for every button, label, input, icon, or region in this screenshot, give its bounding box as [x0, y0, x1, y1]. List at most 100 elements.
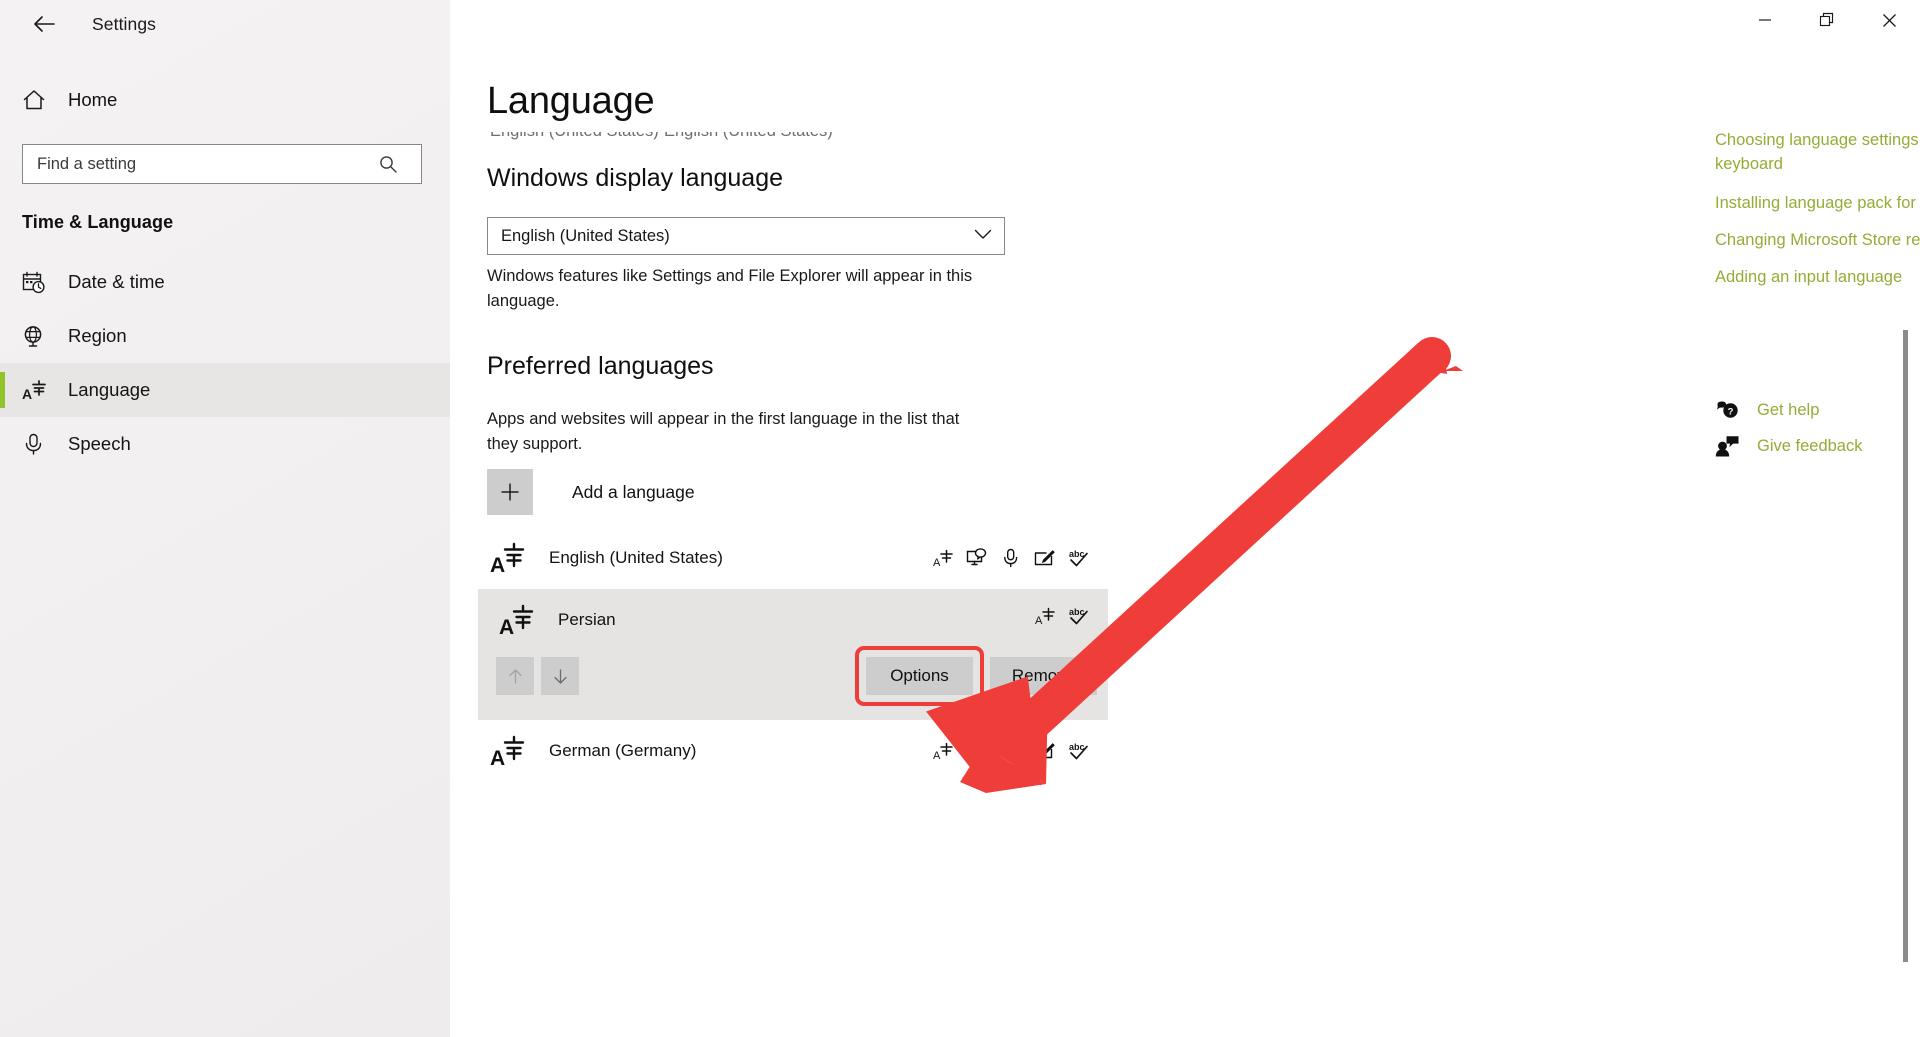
svg-text:A: A: [490, 747, 505, 769]
language-feature-icons: A abc: [1034, 605, 1090, 627]
options-button[interactable]: Options: [866, 657, 973, 695]
search-wrapper: [22, 144, 422, 184]
globe-icon: [22, 325, 52, 348]
give-feedback-link[interactable]: Give feedback: [1715, 428, 1862, 464]
back-arrow-icon: [34, 16, 55, 32]
svg-text:?: ?: [1728, 407, 1734, 418]
link-choosing-language-settings[interactable]: Choosing language settings for your keyb…: [1715, 128, 1920, 176]
sidebar-item-region[interactable]: Region: [0, 309, 450, 363]
language-icon: A: [22, 378, 52, 402]
sidebar-category-title: Time & Language: [22, 212, 174, 232]
svg-text:abc: abc: [1069, 549, 1085, 559]
calendar-clock-icon: [22, 271, 52, 294]
display-language-value: English (United States): [501, 226, 670, 245]
language-feature-icons: A abc: [932, 740, 1090, 762]
settings-window: Settings Home Time & Language: [0, 0, 1920, 1037]
language-feature-icons: A abc: [932, 547, 1090, 569]
sidebar-item-region-label: Region: [68, 325, 127, 346]
handwriting-icon[interactable]: [1034, 740, 1056, 762]
display-language-icon[interactable]: [966, 740, 988, 762]
sidebar-item-home[interactable]: Home: [0, 78, 450, 122]
chevron-down-icon: [974, 227, 992, 245]
preferred-languages-description: Apps and websites will appear in the fir…: [487, 410, 960, 453]
svg-text:abc: abc: [1069, 742, 1085, 752]
minimize-button[interactable]: [1734, 0, 1796, 40]
remove-button[interactable]: Remove: [990, 657, 1097, 695]
handwriting-icon[interactable]: [1034, 547, 1056, 569]
get-help-label: Get help: [1757, 400, 1820, 419]
move-up-button[interactable]: [496, 657, 534, 695]
display-language-heading: Windows display language: [487, 164, 784, 192]
svg-text:A: A: [933, 557, 941, 568]
restore-icon: [1819, 12, 1834, 27]
app-title: Settings: [92, 13, 157, 34]
language-pack-icon[interactable]: A: [932, 547, 954, 569]
add-language-button[interactable]: Add a language: [487, 469, 695, 515]
language-icon: A: [487, 733, 531, 769]
arrow-up-icon: [508, 668, 522, 684]
link-adding-input-language[interactable]: Adding an input language: [1715, 265, 1920, 289]
spellcheck-icon[interactable]: abc: [1068, 547, 1090, 569]
arrow-down-icon: [553, 668, 567, 684]
sidebar-nav-list: Date & time Region A Language Speech: [0, 255, 450, 471]
minimize-icon: [1759, 19, 1771, 21]
give-feedback-label: Give feedback: [1757, 436, 1863, 455]
language-row-english-label: English (United States): [549, 548, 723, 567]
language-pack-icon[interactable]: A: [932, 740, 954, 762]
maximize-button[interactable]: [1796, 0, 1858, 40]
svg-text:A: A: [22, 386, 32, 402]
sidebar: Settings Home Time & Language: [0, 0, 450, 1037]
language-row-persian-top: A Persian A abc: [487, 589, 1108, 651]
language-icon: A: [496, 602, 540, 638]
search-box[interactable]: [22, 144, 422, 184]
clipped-scrolled-row: English (United States) English (United …: [490, 132, 1050, 146]
sidebar-item-speech[interactable]: Speech: [0, 417, 450, 471]
svg-text:A: A: [1035, 615, 1043, 626]
help-icon: ?: [1715, 399, 1749, 421]
display-language-description: Windows features like Settings and File …: [487, 267, 973, 310]
microphone-icon: [22, 432, 52, 456]
settings-page: English (United States) English (United …: [450, 0, 1920, 1037]
spellcheck-icon[interactable]: abc: [1068, 605, 1090, 627]
sidebar-item-language[interactable]: A Language: [0, 363, 450, 417]
home-icon: [22, 89, 52, 111]
preferred-languages-heading: Preferred languages: [487, 352, 714, 380]
close-icon: [1882, 13, 1896, 27]
language-row-persian-actions: Options Remove: [487, 646, 1108, 706]
svg-text:A: A: [933, 750, 941, 761]
close-button[interactable]: [1858, 0, 1920, 40]
language-row-persian[interactable]: A Persian A abc Options Remove: [478, 589, 1108, 720]
window-controls: [1734, 0, 1920, 48]
language-icon: A: [487, 540, 531, 576]
speech-icon[interactable]: [1000, 740, 1022, 762]
language-row-english[interactable]: A English (United States) A abc: [478, 527, 1108, 589]
display-language-icon[interactable]: [966, 547, 988, 569]
add-language-label: Add a language: [572, 481, 695, 502]
display-language-dropdown[interactable]: English (United States): [487, 217, 1005, 255]
link-installing-language-pack[interactable]: Installing language pack for speech: [1715, 191, 1920, 215]
language-pack-icon[interactable]: A: [1034, 605, 1056, 627]
move-down-button[interactable]: [541, 657, 579, 695]
preferred-languages-list: A English (United States) A abc A Persia…: [478, 527, 1108, 782]
language-row-german[interactable]: A German (Germany) A abc: [478, 720, 1108, 782]
clipped-text-right: English (United States): [664, 132, 833, 141]
get-help-link[interactable]: ? Get help: [1715, 392, 1862, 428]
language-row-persian-buttons: Options Remove: [855, 646, 1097, 706]
link-changing-store-region[interactable]: Changing Microsoft Store region: [1715, 228, 1920, 252]
window-titlebar-left: Settings: [0, 0, 450, 48]
search-icon[interactable]: [368, 154, 408, 174]
sidebar-item-date-time[interactable]: Date & time: [0, 255, 450, 309]
sidebar-item-speech-label: Speech: [68, 433, 131, 454]
sidebar-item-language-label: Language: [68, 379, 151, 400]
search-input[interactable]: [23, 145, 368, 183]
plus-icon: [487, 469, 533, 515]
svg-text:abc: abc: [1069, 607, 1085, 617]
back-button[interactable]: [22, 6, 66, 42]
page-title: Language: [487, 80, 669, 123]
vertical-scrollbar[interactable]: [1903, 330, 1908, 962]
related-settings-links: Choosing language settings for your keyb…: [1715, 128, 1920, 302]
speech-icon[interactable]: [1000, 547, 1022, 569]
main-content: English (United States) English (United …: [450, 0, 1920, 1037]
spellcheck-icon[interactable]: abc: [1068, 740, 1090, 762]
svg-text:A: A: [490, 554, 505, 576]
